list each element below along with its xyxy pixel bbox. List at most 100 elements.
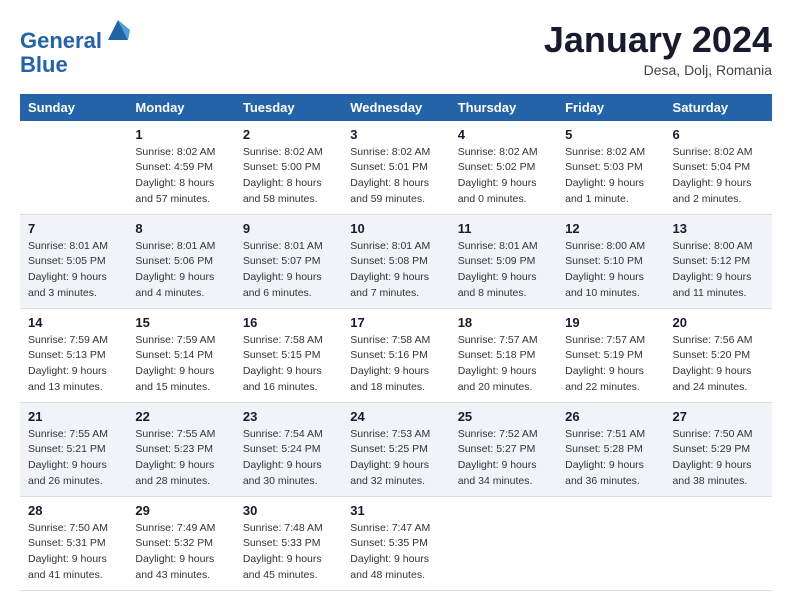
day-info: Sunrise: 8:01 AMSunset: 5:07 PMDaylight:… (243, 239, 334, 302)
day-number: 11 (458, 221, 549, 236)
calendar-cell: 12Sunrise: 8:00 AMSunset: 5:10 PMDayligh… (557, 214, 664, 308)
day-number: 13 (673, 221, 764, 236)
calendar-week-row: 7 Sunrise: 8:01 AMSunset: 5:05 PMDaylight… (20, 214, 772, 308)
calendar-cell: 25 Sunrise: 7:52 AMSunset: 5:27 PMDayligh… (450, 402, 557, 496)
day-number: 14 (28, 315, 119, 330)
day-number: 22 (135, 409, 226, 424)
day-info: Sunrise: 8:02 AMSunset: 4:59 PMDaylight:… (135, 145, 226, 208)
weekday-header-cell: Friday (557, 94, 664, 121)
calendar-cell: 19 Sunrise: 7:57 AMSunset: 5:19 PMDayligh… (557, 308, 664, 402)
calendar-cell (20, 121, 127, 215)
calendar-cell: 23 Sunrise: 7:54 AMSunset: 5:24 PMDayligh… (235, 402, 342, 496)
calendar-cell (450, 496, 557, 590)
weekday-header-cell: Saturday (665, 94, 772, 121)
day-info: Sunrise: 7:58 AMSunset: 5:16 PMDaylight:… (350, 333, 441, 396)
calendar-cell: 1 Sunrise: 8:02 AMSunset: 4:59 PMDaylight… (127, 121, 234, 215)
calendar-cell: 13 Sunrise: 8:00 AMSunset: 5:12 PMDayligh… (665, 214, 772, 308)
calendar-cell: 27Sunrise: 7:50 AMSunset: 5:29 PMDayligh… (665, 402, 772, 496)
day-number: 4 (458, 127, 549, 142)
day-info: Sunrise: 8:02 AMSunset: 5:04 PMDaylight:… (673, 145, 764, 208)
calendar-cell: 2 Sunrise: 8:02 AMSunset: 5:00 PMDaylight… (235, 121, 342, 215)
day-number: 2 (243, 127, 334, 142)
day-info: Sunrise: 8:02 AMSunset: 5:02 PMDaylight:… (458, 145, 549, 208)
day-info: Sunrise: 7:52 AMSunset: 5:27 PMDaylight:… (458, 427, 549, 490)
month-title: January 2024 (544, 20, 772, 60)
calendar-cell (665, 496, 772, 590)
day-number: 20 (673, 315, 764, 330)
day-number: 6 (673, 127, 764, 142)
title-block: January 2024 Desa, Dolj, Romania (544, 20, 772, 78)
day-info: Sunrise: 7:47 AMSunset: 5:35 PMDaylight:… (350, 521, 441, 584)
calendar-cell: 22 Sunrise: 7:55 AMSunset: 5:23 PMDayligh… (127, 402, 234, 496)
day-number: 21 (28, 409, 119, 424)
calendar-cell: 18 Sunrise: 7:57 AMSunset: 5:18 PMDayligh… (450, 308, 557, 402)
calendar-cell: 26 Sunrise: 7:51 AMSunset: 5:28 PMDayligh… (557, 402, 664, 496)
day-number: 10 (350, 221, 441, 236)
calendar-cell: 4 Sunrise: 8:02 AMSunset: 5:02 PMDaylight… (450, 121, 557, 215)
logo-text: GeneralBlue (20, 20, 132, 77)
day-info: Sunrise: 7:56 AMSunset: 5:20 PMDaylight:… (673, 333, 764, 396)
day-info: Sunrise: 7:54 AMSunset: 5:24 PMDaylight:… (243, 427, 334, 490)
calendar-cell: 9 Sunrise: 8:01 AMSunset: 5:07 PMDaylight… (235, 214, 342, 308)
calendar-cell: 20 Sunrise: 7:56 AMSunset: 5:20 PMDayligh… (665, 308, 772, 402)
day-info: Sunrise: 8:02 AMSunset: 5:03 PMDaylight:… (565, 145, 656, 208)
day-info: Sunrise: 7:57 AMSunset: 5:18 PMDaylight:… (458, 333, 549, 396)
calendar-cell: 3Sunrise: 8:02 AMSunset: 5:01 PMDaylight… (342, 121, 449, 215)
calendar-cell: 6 Sunrise: 8:02 AMSunset: 5:04 PMDaylight… (665, 121, 772, 215)
calendar-cell: 17Sunrise: 7:58 AMSunset: 5:16 PMDayligh… (342, 308, 449, 402)
calendar-cell: 10Sunrise: 8:01 AMSunset: 5:08 PMDayligh… (342, 214, 449, 308)
day-number: 16 (243, 315, 334, 330)
calendar-cell: 8Sunrise: 8:01 AMSunset: 5:06 PMDaylight… (127, 214, 234, 308)
weekday-header-cell: Sunday (20, 94, 127, 121)
calendar-week-row: 21 Sunrise: 7:55 AMSunset: 5:21 PMDayligh… (20, 402, 772, 496)
calendar-cell: 29Sunrise: 7:49 AMSunset: 5:32 PMDayligh… (127, 496, 234, 590)
day-info: Sunrise: 7:50 AMSunset: 5:31 PMDaylight:… (28, 521, 119, 584)
day-number: 26 (565, 409, 656, 424)
weekday-header-cell: Monday (127, 94, 234, 121)
calendar-table: SundayMondayTuesdayWednesdayThursdayFrid… (20, 94, 772, 591)
logo-icon (104, 16, 132, 44)
day-info: Sunrise: 7:58 AMSunset: 5:15 PMDaylight:… (243, 333, 334, 396)
day-number: 25 (458, 409, 549, 424)
day-number: 15 (135, 315, 226, 330)
calendar-cell: 16 Sunrise: 7:58 AMSunset: 5:15 PMDayligh… (235, 308, 342, 402)
day-info: Sunrise: 8:01 AMSunset: 5:09 PMDaylight:… (458, 239, 549, 302)
day-info: Sunrise: 7:51 AMSunset: 5:28 PMDaylight:… (565, 427, 656, 490)
weekday-header-cell: Thursday (450, 94, 557, 121)
calendar-week-row: 1 Sunrise: 8:02 AMSunset: 4:59 PMDaylight… (20, 121, 772, 215)
day-info: Sunrise: 8:01 AMSunset: 5:05 PMDaylight:… (28, 239, 119, 302)
calendar-cell: 11 Sunrise: 8:01 AMSunset: 5:09 PMDayligh… (450, 214, 557, 308)
day-number: 1 (135, 127, 226, 142)
day-info: Sunrise: 8:02 AMSunset: 5:00 PMDaylight:… (243, 145, 334, 208)
day-info: Sunrise: 7:55 AMSunset: 5:23 PMDaylight:… (135, 427, 226, 490)
day-number: 7 (28, 221, 119, 236)
calendar-cell: 24Sunrise: 7:53 AMSunset: 5:25 PMDayligh… (342, 402, 449, 496)
calendar-cell: 7 Sunrise: 8:01 AMSunset: 5:05 PMDaylight… (20, 214, 127, 308)
day-info: Sunrise: 7:57 AMSunset: 5:19 PMDaylight:… (565, 333, 656, 396)
day-info: Sunrise: 7:55 AMSunset: 5:21 PMDaylight:… (28, 427, 119, 490)
day-number: 8 (135, 221, 226, 236)
day-number: 24 (350, 409, 441, 424)
day-info: Sunrise: 7:50 AMSunset: 5:29 PMDaylight:… (673, 427, 764, 490)
day-number: 30 (243, 503, 334, 518)
calendar-cell: 15 Sunrise: 7:59 AMSunset: 5:14 PMDayligh… (127, 308, 234, 402)
calendar-body: 1 Sunrise: 8:02 AMSunset: 4:59 PMDaylight… (20, 121, 772, 591)
logo: GeneralBlue (20, 20, 132, 77)
day-info: Sunrise: 8:02 AMSunset: 5:01 PMDaylight:… (350, 145, 441, 208)
day-number: 19 (565, 315, 656, 330)
day-number: 23 (243, 409, 334, 424)
calendar-cell (557, 496, 664, 590)
calendar-cell: 5Sunrise: 8:02 AMSunset: 5:03 PMDaylight… (557, 121, 664, 215)
day-info: Sunrise: 7:59 AMSunset: 5:13 PMDaylight:… (28, 333, 119, 396)
day-info: Sunrise: 7:49 AMSunset: 5:32 PMDaylight:… (135, 521, 226, 584)
calendar-week-row: 14 Sunrise: 7:59 AMSunset: 5:13 PMDayligh… (20, 308, 772, 402)
day-number: 12 (565, 221, 656, 236)
day-number: 28 (28, 503, 119, 518)
day-info: Sunrise: 7:59 AMSunset: 5:14 PMDaylight:… (135, 333, 226, 396)
calendar-cell: 30 Sunrise: 7:48 AMSunset: 5:33 PMDayligh… (235, 496, 342, 590)
day-number: 9 (243, 221, 334, 236)
calendar-cell: 28 Sunrise: 7:50 AMSunset: 5:31 PMDayligh… (20, 496, 127, 590)
day-info: Sunrise: 8:00 AMSunset: 5:12 PMDaylight:… (673, 239, 764, 302)
day-info: Sunrise: 7:48 AMSunset: 5:33 PMDaylight:… (243, 521, 334, 584)
day-number: 18 (458, 315, 549, 330)
